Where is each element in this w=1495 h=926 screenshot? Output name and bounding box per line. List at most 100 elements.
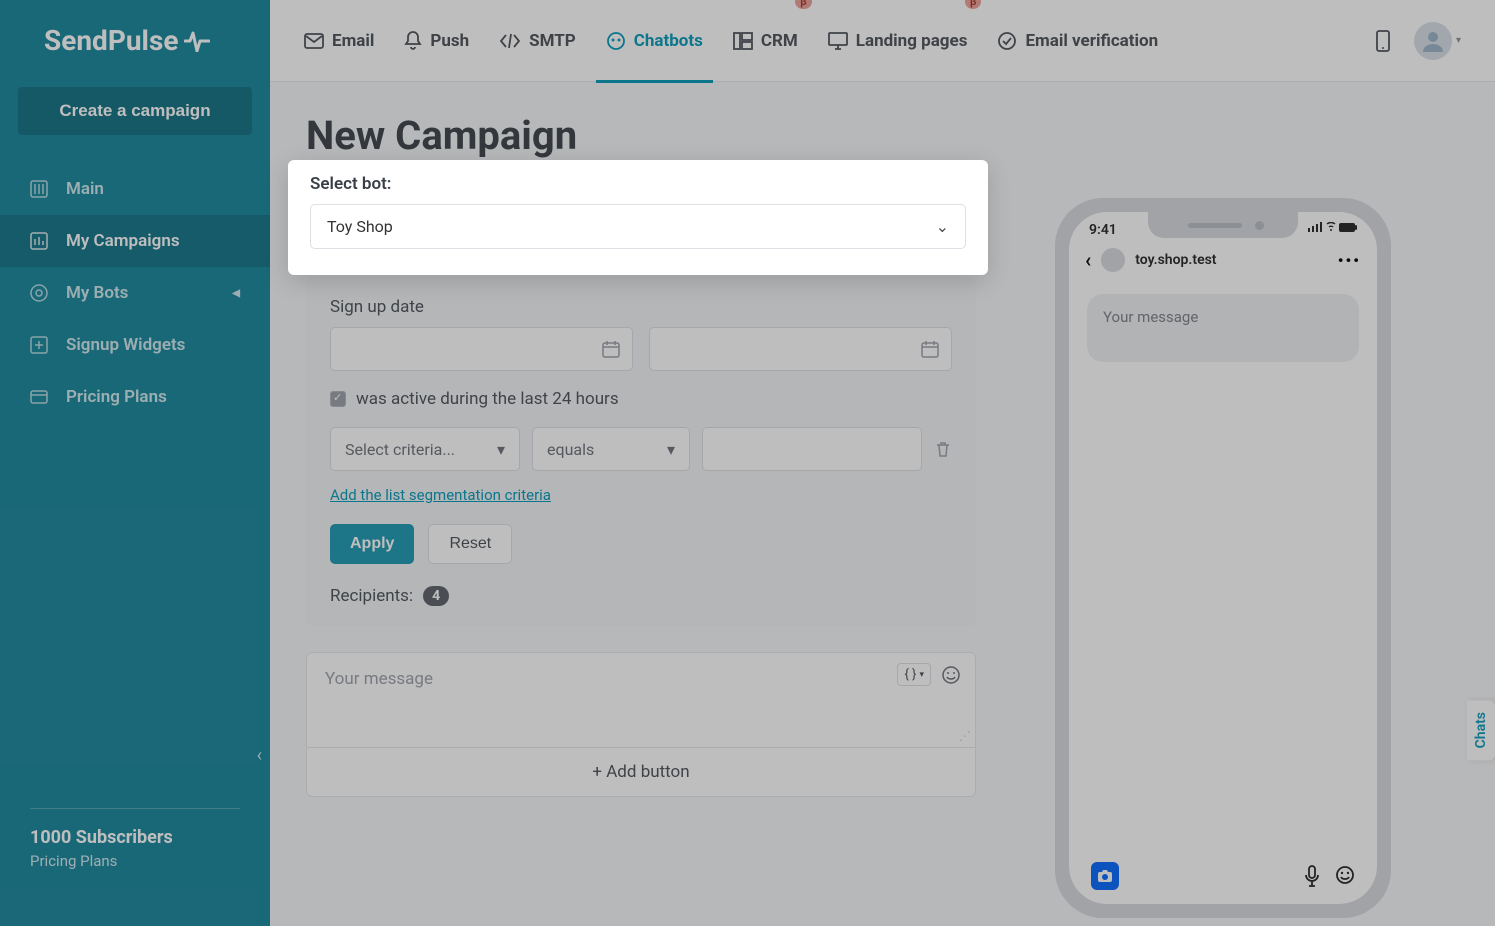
select-bot-label: Select bot:: [310, 174, 966, 194]
caret-down-icon: ▾: [1456, 35, 1461, 46]
operator-select[interactable]: equals ▾: [532, 427, 690, 471]
checkbox-label: was active during the last 24 hours: [356, 389, 619, 409]
checkbox-icon: [330, 391, 346, 407]
sidebar-item-widgets[interactable]: Signup Widgets: [0, 319, 270, 371]
chats-side-tab[interactable]: Chats: [1467, 700, 1495, 760]
status-icons: [1307, 222, 1357, 238]
widget-icon: [30, 336, 48, 354]
topbar: Email Push SMTP Chatbots CRM β Landing p…: [270, 0, 1495, 82]
mic-icon[interactable]: [1303, 865, 1321, 887]
select-bot-panel: Select bot: Toy Shop ⌄: [288, 160, 988, 275]
check-icon: [997, 31, 1017, 51]
page-title: New Campaign: [306, 112, 1459, 159]
recipients-count: 4: [423, 586, 449, 606]
nav-label: Email: [332, 31, 374, 51]
sidebar: SendPulse Create a campaign Main My Camp…: [0, 0, 270, 926]
apply-button[interactable]: Apply: [330, 524, 414, 564]
emoji-icon[interactable]: [1335, 865, 1355, 885]
pulse-icon: [184, 30, 210, 52]
nav-chatbots[interactable]: Chatbots: [606, 0, 703, 82]
sidebar-item-label: My Campaigns: [66, 231, 180, 251]
segmentation-form: Sign up date was active during the last …: [306, 277, 976, 626]
email-icon: [304, 33, 324, 49]
sidebar-item-label: Pricing Plans: [66, 387, 167, 407]
chevron-down-icon: ⌄: [936, 217, 949, 236]
message-textarea[interactable]: Your message { } ▾ ⋰: [307, 653, 975, 747]
code-icon: [499, 33, 521, 49]
sidebar-footer: 1000 Subscribers Pricing Plans: [30, 808, 240, 870]
chevron-down-icon: ▾: [667, 440, 675, 459]
add-button-action[interactable]: + Add button: [307, 747, 975, 796]
nav-label: CRM: [761, 31, 798, 51]
landing-icon: [828, 32, 848, 50]
topbar-right: ▾: [1376, 22, 1461, 60]
criteria-select[interactable]: Select criteria... ▾: [330, 427, 520, 471]
operator-label: equals: [547, 440, 594, 459]
chat-header: ‹ toy.shop.test •••: [1069, 238, 1377, 286]
signup-date-label: Sign up date: [330, 297, 952, 317]
calendar-icon: [602, 340, 620, 358]
collapse-sidebar-icon[interactable]: ‹: [257, 745, 262, 766]
pricing-plans-link[interactable]: Pricing Plans: [30, 852, 240, 870]
crm-icon: [733, 32, 753, 50]
chevron-down-icon: ▾: [497, 440, 505, 459]
nav-label: Push: [430, 31, 469, 51]
sidebar-item-label: Signup Widgets: [66, 335, 185, 355]
bots-icon: [30, 284, 48, 302]
trash-icon[interactable]: [934, 440, 952, 458]
chevron-left-icon: ◀: [232, 288, 240, 299]
nav-crm[interactable]: CRM β: [733, 0, 798, 82]
sidebar-item-campaigns[interactable]: My Campaigns: [0, 215, 270, 267]
phone-notch: [1148, 212, 1298, 238]
emoji-icon[interactable]: [941, 665, 961, 685]
sidebar-item-bots[interactable]: My Bots ◀: [0, 267, 270, 319]
beta-badge: β: [795, 0, 812, 9]
reset-button[interactable]: Reset: [428, 524, 512, 564]
chatbot-icon: [606, 31, 626, 51]
nav-label: Chatbots: [634, 31, 703, 51]
chat-message-text: Your message: [1103, 308, 1198, 326]
signup-date-to[interactable]: [649, 327, 952, 371]
phone-preview: 9:41 ‹ toy.shop.test ••• Your message: [1055, 198, 1391, 918]
create-campaign-button[interactable]: Create a campaign: [18, 87, 252, 135]
calendar-icon: [921, 340, 939, 358]
nav-landing[interactable]: Landing pages β: [828, 0, 968, 82]
chat-input-bar: [1069, 862, 1377, 890]
bot-select[interactable]: Toy Shop ⌄: [310, 204, 966, 249]
chat-message-bubble: Your message: [1087, 294, 1359, 362]
signup-date-from[interactable]: [330, 327, 633, 371]
add-segmentation-link[interactable]: Add the list segmentation criteria: [330, 486, 551, 504]
criteria-value-input[interactable]: [702, 427, 922, 471]
criteria-placeholder: Select criteria...: [345, 440, 455, 459]
sliders-icon: [30, 180, 48, 198]
nav-label: Email verification: [1025, 31, 1158, 51]
nav-push[interactable]: Push: [404, 0, 469, 82]
user-menu[interactable]: ▾: [1414, 22, 1461, 60]
chat-account-name: toy.shop.test: [1135, 252, 1328, 268]
sidebar-item-pricing[interactable]: Pricing Plans: [0, 371, 270, 423]
active-checkbox-row[interactable]: was active during the last 24 hours: [330, 389, 952, 409]
nav-smtp[interactable]: SMTP: [499, 0, 576, 82]
sidebar-item-label: Main: [66, 179, 104, 199]
subscriber-count: 1000 Subscribers: [30, 827, 240, 848]
mobile-icon[interactable]: [1376, 30, 1390, 52]
avatar: [1414, 22, 1452, 60]
variable-insert-button[interactable]: { } ▾: [897, 663, 931, 686]
back-icon[interactable]: ‹: [1085, 248, 1091, 272]
brand-text: SendPulse: [44, 24, 178, 57]
nav-label: Landing pages: [856, 31, 968, 51]
more-icon[interactable]: •••: [1338, 251, 1361, 270]
message-placeholder: Your message: [325, 669, 433, 689]
nav-verification[interactable]: Email verification: [997, 0, 1158, 82]
beta-badge: β: [965, 0, 982, 9]
brand-logo: SendPulse: [0, 0, 270, 87]
nav-email[interactable]: Email: [304, 0, 374, 82]
recipients-label: Recipients:: [330, 586, 413, 606]
selected-bot-value: Toy Shop: [327, 217, 393, 236]
nav-label: SMTP: [529, 31, 576, 51]
camera-button[interactable]: [1091, 862, 1119, 890]
sidebar-item-main[interactable]: Main: [0, 163, 270, 215]
resize-handle[interactable]: ⋰: [959, 729, 971, 743]
chat-avatar: [1101, 248, 1125, 272]
message-editor: Your message { } ▾ ⋰ + Add button: [306, 652, 976, 797]
